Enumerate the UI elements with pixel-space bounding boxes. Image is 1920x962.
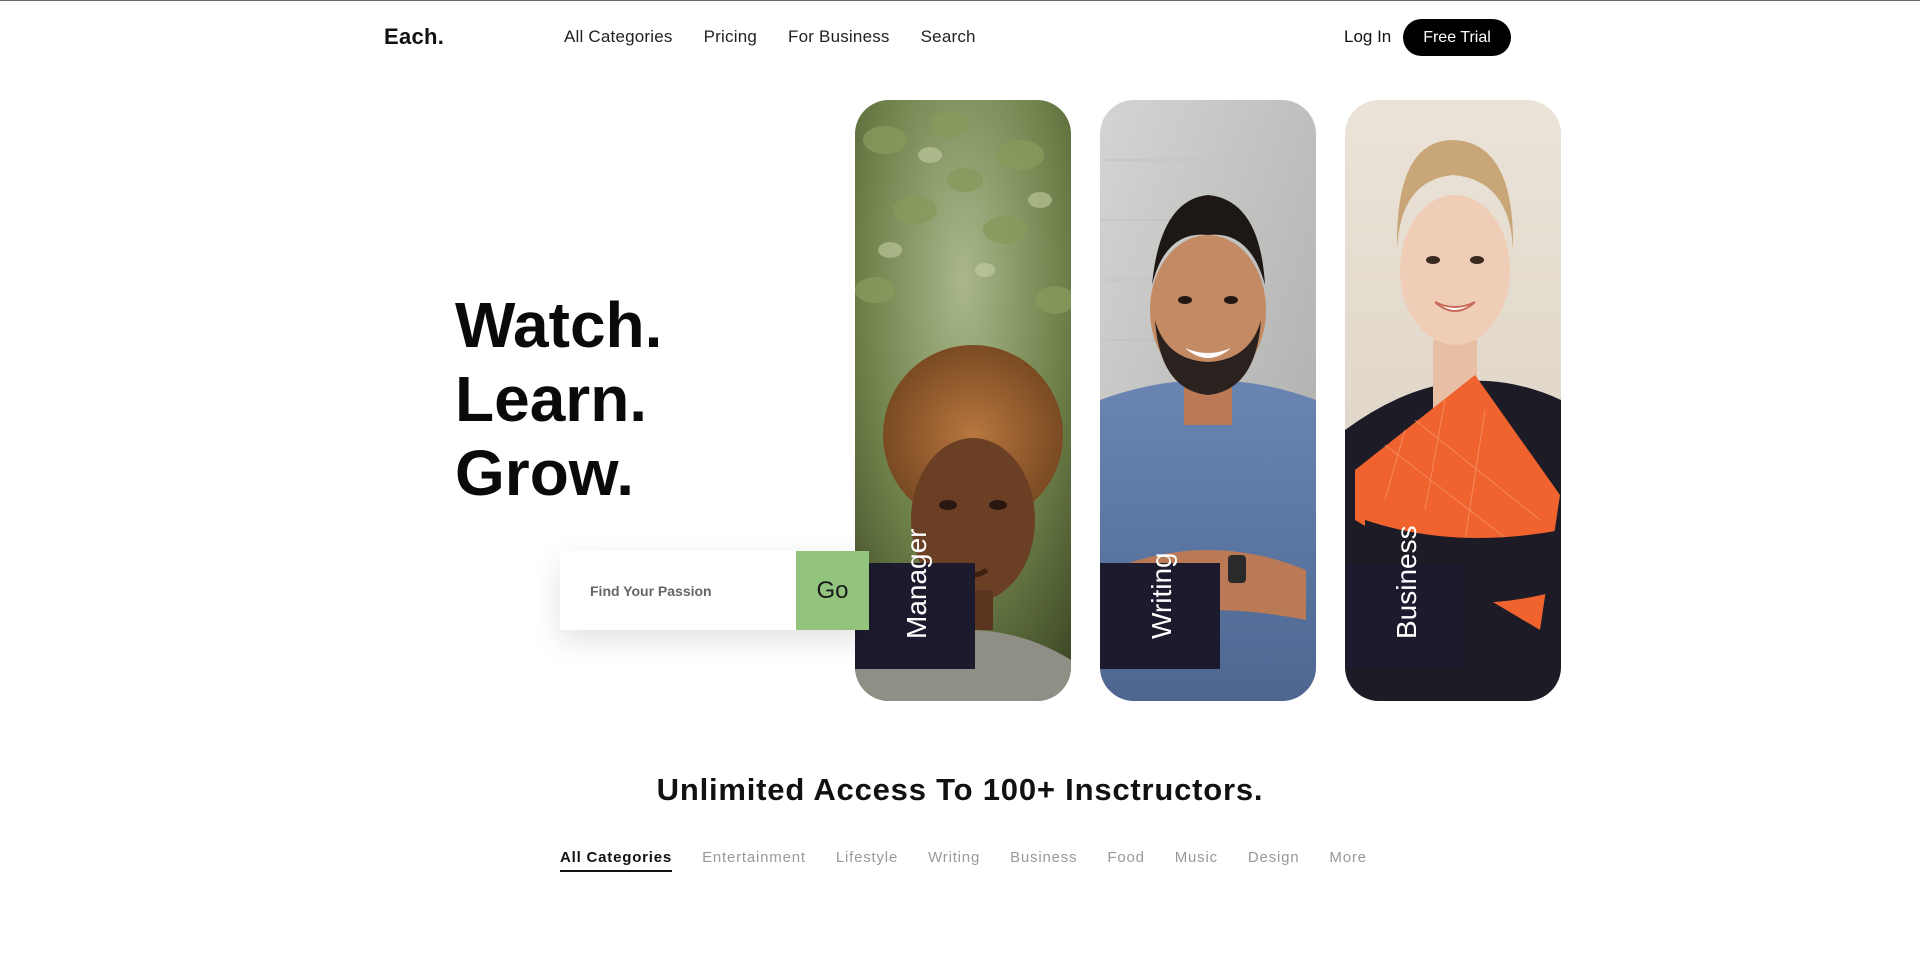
card-label-business: Business (1391, 525, 1422, 639)
tab-music[interactable]: Music (1175, 849, 1218, 872)
top-nav: Each. All Categories Pricing For Busines… (0, 0, 1920, 74)
tab-entertainment[interactable]: Entertainment (702, 849, 806, 872)
section-title: Unlimited Access To 100+ Insctructors. (656, 772, 1264, 807)
tab-more[interactable]: More (1329, 849, 1366, 872)
category-card-writing[interactable]: Writing (1100, 100, 1316, 701)
tab-all-categories[interactable]: All Categories (560, 849, 673, 872)
tab-design[interactable]: Design (1248, 849, 1300, 872)
nav-link-pricing[interactable]: Pricing (704, 27, 757, 47)
card-label-manager: Manager (901, 528, 932, 639)
hero-headline: Watch. Learn. Grow. (455, 288, 662, 510)
headline-line-watch: Watch. (455, 289, 663, 361)
category-card-manager[interactable]: Manager (855, 100, 1071, 701)
category-card-business[interactable]: Business (1345, 100, 1561, 701)
passion-search-input[interactable] (560, 551, 796, 630)
login-link[interactable]: Log In (1344, 27, 1391, 47)
nav-links: All Categories Pricing For Business Sear… (564, 27, 1007, 47)
tab-business[interactable]: Business (1010, 849, 1077, 872)
nav-link-for-business[interactable]: For Business (788, 27, 890, 47)
tab-food[interactable]: Food (1107, 849, 1144, 872)
free-trial-button[interactable]: Free Trial (1403, 19, 1511, 56)
logo[interactable]: Each. (384, 24, 444, 50)
passion-search: Go (560, 551, 869, 630)
nav-link-search[interactable]: Search (921, 27, 976, 47)
card-label-writing: Writing (1146, 552, 1177, 639)
headline-line-learn: Learn. (455, 363, 648, 435)
tab-writing[interactable]: Writing (928, 849, 980, 872)
tab-lifestyle[interactable]: Lifestyle (836, 849, 898, 872)
go-button[interactable]: Go (796, 551, 869, 630)
headline-line-grow: Grow. (455, 437, 634, 509)
nav-link-all-categories[interactable]: All Categories (564, 27, 673, 47)
category-tabs: All Categories Entertainment Lifestyle W… (560, 849, 1397, 872)
